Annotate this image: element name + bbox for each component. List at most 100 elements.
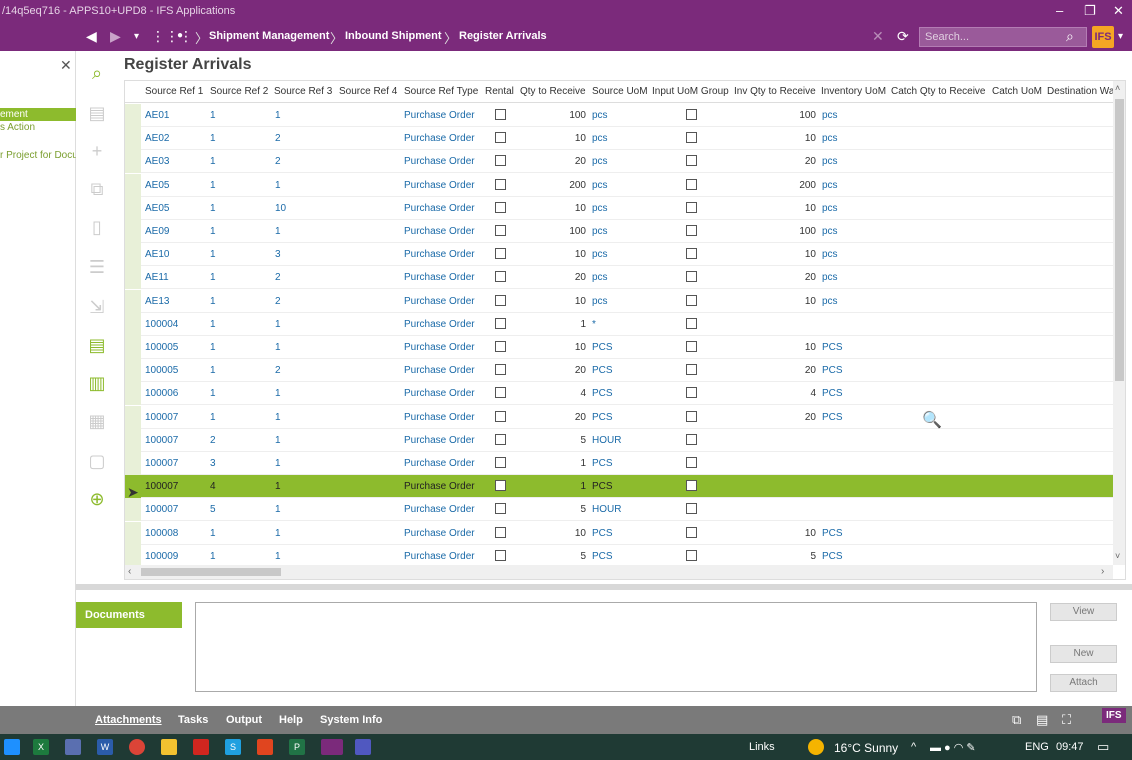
table-row[interactable]: AE13 1 2 Purchase Order 10 pcs 10 pcs [125,289,1113,313]
source-ref-1[interactable]: AE10 [145,249,169,260]
source-ref-3[interactable]: 1 [275,435,281,446]
attachments-link[interactable]: Attachments [95,714,162,726]
search-input[interactable]: Search... [919,27,1087,47]
source-ref-2[interactable]: 1 [210,203,216,214]
column-header[interactable]: Qty to Receive [520,86,586,97]
source-ref-1[interactable]: 100007 [145,481,178,492]
acrobat-icon[interactable] [193,739,209,755]
inv-qty-to-receive[interactable]: 20 [734,272,816,283]
source-ref-1[interactable]: 100006 [145,388,178,399]
history-dropdown-icon[interactable]: ▾ [134,31,139,42]
breadcrumb-shipment-management[interactable]: Shipment Management [209,30,329,42]
inventory-uom[interactable]: PCS [822,412,843,423]
rental-checkbox[interactable] [495,201,506,213]
weather-text[interactable]: 16°C Sunny [834,741,898,755]
source-ref-type[interactable]: Purchase Order [404,388,475,399]
duplicate-icon[interactable]: ⧉ [86,179,108,201]
source-ref-type[interactable]: Purchase Order [404,156,475,167]
table-row[interactable]: 100008 1 1 Purchase Order 10 PCS 10 PCS [125,521,1113,545]
qty-to-receive[interactable]: 1 [520,458,586,469]
source-ref-3[interactable]: 1 [275,504,281,515]
source-ref-type[interactable]: Purchase Order [404,226,475,237]
rental-checkbox[interactable] [495,457,506,468]
source-uom[interactable]: PCS [592,481,613,492]
table-row[interactable]: 100005 1 2 Purchase Order 20 PCS 20 PCS [125,359,1113,383]
row-indicator[interactable] [125,498,141,522]
source-ref-2[interactable]: 1 [210,226,216,237]
chart-icon[interactable]: ▥ [86,373,108,395]
rental-checkbox[interactable] [495,526,506,538]
source-uom[interactable]: PCS [592,551,613,562]
inventory-uom[interactable]: pcs [822,110,838,121]
qty-to-receive[interactable]: 10 [520,203,586,214]
inv-qty-to-receive[interactable]: 5 [734,551,816,562]
help-link[interactable]: Help [279,714,303,726]
breadcrumb-inbound-shipment[interactable]: Inbound Shipment [345,30,442,42]
skype-icon[interactable]: S [225,739,241,755]
navigator-item[interactable]: s Action [0,122,76,133]
column-header[interactable]: Source Ref 2 [210,86,268,97]
row-indicator[interactable] [125,266,141,290]
input-uom-group-checkbox[interactable] [686,271,697,283]
row-indicator[interactable] [125,336,141,359]
qty-to-receive[interactable]: 10 [520,342,586,353]
table-row[interactable]: 100007 5 1 Purchase Order 5 HOUR [125,498,1113,522]
list-icon[interactable]: ☰ [86,257,108,279]
source-ref-3[interactable]: 1 [275,180,281,191]
navigator-item[interactable]: ement [0,108,76,121]
source-ref-1[interactable]: AE11 [145,272,169,283]
source-uom[interactable]: PCS [592,528,613,539]
teams-icon[interactable] [355,739,371,755]
inv-qty-to-receive[interactable]: 10 [734,342,816,353]
source-ref-1[interactable]: AE13 [145,296,169,307]
window-icon[interactable]: ⧉ [1012,712,1021,728]
clock[interactable]: 09:47 [1056,741,1084,753]
input-uom-group-checkbox[interactable] [686,201,697,213]
source-uom[interactable]: PCS [592,458,613,469]
source-uom[interactable]: HOUR [592,504,621,515]
ifs-app-icon[interactable] [321,739,343,755]
source-ref-1[interactable]: AE05 [145,203,169,214]
source-ref-1[interactable]: 100007 [145,435,178,446]
inv-qty-to-receive[interactable]: 10 [734,133,816,144]
inventory-uom[interactable]: pcs [822,156,838,167]
column-header[interactable]: Source Ref 1 [145,86,203,97]
system-info-link[interactable]: System Info [320,714,382,726]
refresh-icon[interactable]: ⟳ [897,28,909,45]
back-icon[interactable]: ◀ [86,28,97,45]
source-uom[interactable]: PCS [592,342,613,353]
inv-qty-to-receive[interactable]: 20 [734,365,816,376]
inventory-uom[interactable]: PCS [822,551,843,562]
attach-button[interactable]: Attach [1050,674,1117,692]
input-uom-group-checkbox[interactable] [686,225,697,236]
project-icon[interactable]: P [289,739,305,755]
source-ref-3[interactable]: 1 [275,110,281,121]
source-ref-2[interactable]: 1 [210,412,216,423]
search-icon[interactable]: ⌕ [1066,28,1074,45]
fullscreen-icon[interactable]: ⛶ [1062,712,1071,728]
source-uom[interactable]: pcs [592,133,608,144]
source-ref-type[interactable]: Purchase Order [404,528,475,539]
inv-qty-to-receive[interactable]: 100 [734,226,816,237]
restore-icon[interactable]: ❐ [1084,3,1096,19]
scroll-thumb[interactable] [141,568,281,576]
home-dot-icon[interactable]: ● [177,30,183,41]
source-ref-type[interactable]: Purchase Order [404,203,475,214]
source-ref-type[interactable]: Purchase Order [404,342,475,353]
source-ref-3[interactable]: 2 [275,365,281,376]
source-ref-3[interactable]: 2 [275,156,281,167]
links-toolbar[interactable]: Links [749,741,775,753]
inv-qty-to-receive[interactable]: 100 [734,110,816,121]
source-ref-3[interactable]: 10 [275,203,286,214]
scroll-thumb[interactable] [1115,99,1124,381]
horizontal-scrollbar[interactable]: ‹ › [125,565,1113,579]
source-ref-type[interactable]: Purchase Order [404,435,475,446]
column-header[interactable]: Source Ref Type [404,86,478,97]
logo-dropdown-icon[interactable]: ▾ [1118,31,1123,42]
new-button[interactable]: New [1050,645,1117,663]
inv-qty-to-receive[interactable]: 20 [734,156,816,167]
source-ref-2[interactable]: 4 [210,481,216,492]
source-ref-type[interactable]: Purchase Order [404,551,475,562]
table-row[interactable]: AE11 1 2 Purchase Order 20 pcs 20 pcs [125,266,1113,290]
row-indicator[interactable] [125,382,141,406]
